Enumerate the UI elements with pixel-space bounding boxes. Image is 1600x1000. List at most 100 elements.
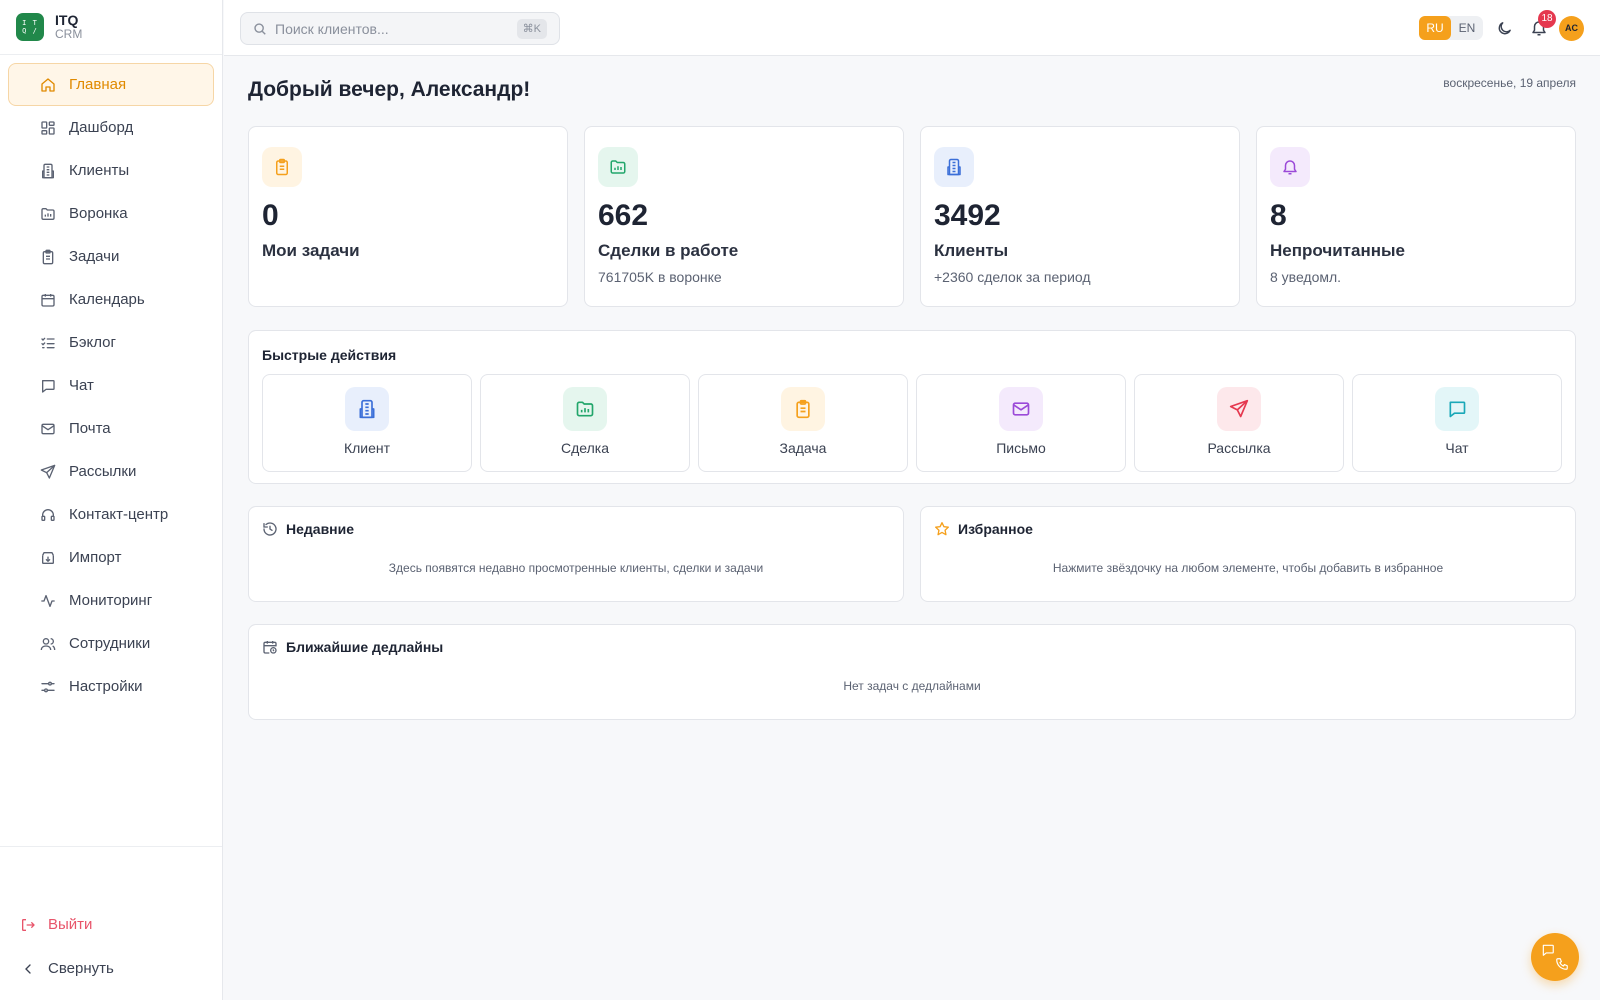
quick-action-email-button[interactable]: Письмо <box>916 374 1126 472</box>
sidebar-item-label: Чат <box>69 377 94 394</box>
sidebar-item-mail[interactable]: Почта <box>8 407 214 450</box>
chat-icon <box>1541 943 1555 957</box>
sidebar-item-tasks[interactable]: Задачи <box>8 235 214 278</box>
quick-action-label: Чат <box>1445 440 1469 456</box>
import-icon <box>40 550 56 566</box>
folder-chart-icon <box>575 399 595 419</box>
stat-card-unread[interactable]: 8 Непрочитанные 8 уведомл. <box>1256 126 1576 307</box>
history-icon <box>262 521 278 537</box>
chevron-left-icon <box>20 961 36 977</box>
sidebar-item-label: Клиенты <box>69 162 130 179</box>
chat-icon <box>1447 399 1467 419</box>
sidebar-item-clients[interactable]: Клиенты <box>8 149 214 192</box>
recent-title: Недавние <box>286 521 355 537</box>
page-title: Добрый вечер, Александр! <box>248 78 531 101</box>
stat-card-deals[interactable]: 662 Сделки в работе 761705K в воронке <box>584 126 904 307</box>
sidebar-item-dashboard[interactable]: Дашборд <box>8 106 214 149</box>
clipboard-icon <box>793 399 813 419</box>
sidebar-item-label: Воронка <box>69 205 128 222</box>
sidebar-item-contact-center[interactable]: Контакт-центр <box>8 493 214 536</box>
moon-icon[interactable] <box>1496 20 1513 37</box>
favorites-empty-text: Нажмите звёздочку на любом элементе, что… <box>1052 561 1444 575</box>
sidebar-item-label: Импорт <box>69 549 122 566</box>
collapse-sidebar-button[interactable]: Свернуть <box>20 960 114 977</box>
logout-icon <box>20 917 36 933</box>
sidebar-item-employees[interactable]: Сотрудники <box>8 622 214 665</box>
sidebar-item-funnel[interactable]: Воронка <box>8 192 214 235</box>
sidebar-item-monitoring[interactable]: Мониторинг <box>8 579 214 622</box>
language-ru-button[interactable]: RU <box>1419 16 1451 40</box>
contact-fab-button[interactable] <box>1531 933 1579 981</box>
sidebar-item-home[interactable]: Главная <box>8 63 214 106</box>
stat-value: 662 <box>598 199 649 232</box>
quick-action-deal-button[interactable]: Сделка <box>480 374 690 472</box>
brand-logo: I T Q / <box>16 13 44 41</box>
search-input[interactable] <box>275 20 515 37</box>
sidebar-item-backlog[interactable]: Бэклог <box>8 321 214 364</box>
stat-card-my-tasks[interactable]: 0 Мои задачи <box>248 126 568 307</box>
logout-button[interactable]: Выйти <box>20 916 92 933</box>
sidebar-item-label: Сотрудники <box>69 635 151 652</box>
stat-value: 8 <box>1270 199 1287 232</box>
collapse-label: Свернуть <box>48 960 114 977</box>
brand-subtitle: CRM <box>55 27 83 41</box>
favorites-panel: Избранное Нажмите звёздочку на любом эле… <box>920 506 1576 602</box>
dashboard-icon <box>40 120 56 136</box>
mail-icon <box>40 421 56 437</box>
quick-action-client-button[interactable]: Клиент <box>262 374 472 472</box>
quick-action-label: Клиент <box>343 440 391 456</box>
sidebar-item-settings[interactable]: Настройки <box>8 665 214 708</box>
avatar[interactable]: AC <box>1559 16 1584 41</box>
sidebar: I T Q / ITQ CRM Главная Дашборд Клиенты … <box>0 0 223 1000</box>
stat-subtext: 761705K в воронке <box>598 269 722 285</box>
quick-action-label: Задача <box>779 440 827 456</box>
quick-actions-title: Быстрые действия <box>262 347 397 363</box>
sidebar-item-chat[interactable]: Чат <box>8 364 214 407</box>
clipboard-icon <box>273 158 291 176</box>
stats-row: 0 Мои задачи 662 Сделки в работе 761705K… <box>248 126 1576 307</box>
notification-badge: 18 <box>1538 10 1556 28</box>
deadlines-panel: Ближайшие дедлайны Нет задач с дедлайнам… <box>248 624 1576 720</box>
building-icon <box>357 399 377 419</box>
stat-icon-wrap <box>1270 147 1310 187</box>
sidebar-item-label: Главная <box>69 76 127 93</box>
deadlines-empty-text: Нет задач с дедлайнами <box>843 679 981 693</box>
sidebar-item-label: Рассылки <box>69 463 137 480</box>
stat-card-clients[interactable]: 3492 Клиенты +2360 сделок за период <box>920 126 1240 307</box>
top-bar: ⌘K RU EN 18 AC <box>224 0 1600 56</box>
star-icon <box>934 521 950 537</box>
brand-name: ITQ <box>55 12 79 28</box>
sidebar-item-label: Задачи <box>69 248 120 265</box>
activity-icon <box>40 593 56 609</box>
sidebar-item-import[interactable]: Импорт <box>8 536 214 579</box>
language-en-button[interactable]: EN <box>1451 16 1483 40</box>
quick-action-chat-button[interactable]: Чат <box>1352 374 1562 472</box>
brand-logo-text: I T Q / <box>22 19 38 35</box>
stat-subtext: 8 уведомл. <box>1270 269 1342 285</box>
quick-action-label: Рассылка <box>1207 440 1271 456</box>
clipboard-icon <box>40 249 56 265</box>
stat-subtext: +2360 сделок за период <box>934 269 1091 285</box>
sidebar-nav: Главная Дашборд Клиенты Воронка Задачи К… <box>0 55 222 716</box>
sidebar-item-label: Календарь <box>69 291 145 308</box>
stat-label: Непрочитанные <box>1270 241 1405 260</box>
quick-action-mailing-button[interactable]: Рассылка <box>1134 374 1344 472</box>
brand[interactable]: I T Q / ITQ CRM <box>0 0 222 55</box>
deadlines-title: Ближайшие дедлайны <box>286 639 444 655</box>
phone-icon <box>1555 957 1569 971</box>
send-icon <box>40 464 56 480</box>
recent-panel: Недавние Здесь появятся недавно просмотр… <box>248 506 904 602</box>
stat-label: Сделки в работе <box>598 241 739 260</box>
sidebar-item-mailings[interactable]: Рассылки <box>8 450 214 493</box>
logout-label: Выйти <box>48 916 93 933</box>
stat-icon-wrap <box>934 147 974 187</box>
calendar-icon <box>40 292 56 308</box>
calendar-clock-icon <box>262 639 278 655</box>
sidebar-footer: Выйти Свернуть <box>0 846 222 1000</box>
quick-action-task-button[interactable]: Задача <box>698 374 908 472</box>
search-box[interactable]: ⌘K <box>240 12 560 45</box>
bell-icon <box>1281 158 1299 176</box>
sidebar-item-calendar[interactable]: Календарь <box>8 278 214 321</box>
quick-action-label: Письмо <box>996 440 1046 456</box>
stat-icon-wrap <box>598 147 638 187</box>
